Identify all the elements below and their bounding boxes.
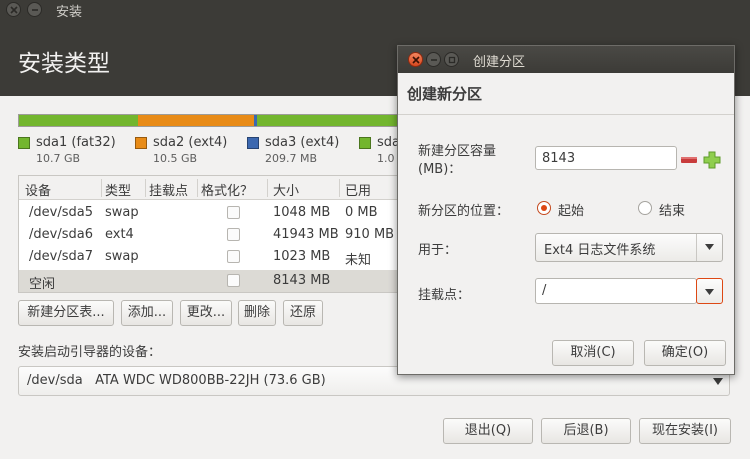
- page-title: 安装类型: [18, 51, 110, 77]
- table-row[interactable]: /dev/sda7 swap 1023 MB 未知: [19, 246, 397, 268]
- partition-segment: [257, 115, 397, 126]
- location-end-label[interactable]: 结束: [659, 200, 685, 219]
- dialog-separator: [398, 114, 734, 115]
- mount-point-input[interactable]: /: [535, 278, 697, 304]
- column-separator: [267, 179, 268, 197]
- add-partition-button[interactable]: 添加...: [121, 300, 173, 326]
- delete-partition-button[interactable]: 删除: [238, 300, 276, 326]
- cell-type: ext4: [105, 227, 134, 242]
- legend-label: sda2 (ext4): [153, 135, 228, 150]
- close-icon[interactable]: [6, 2, 21, 17]
- cell-type: swap: [105, 205, 139, 220]
- cancel-button[interactable]: 取消(C): [552, 340, 634, 366]
- column-header[interactable]: 设备: [25, 180, 51, 199]
- column-header[interactable]: 类型: [105, 180, 131, 199]
- column-header[interactable]: 挂载点: [149, 180, 188, 199]
- legend-size: 1.0: [377, 152, 395, 165]
- location-begin-radio[interactable]: [537, 201, 551, 215]
- dialog-title: 创建分区: [473, 55, 526, 70]
- legend-label: sda3 (ext4): [265, 135, 340, 150]
- cell-device: 空闲: [29, 277, 56, 292]
- column-header[interactable]: 大小: [273, 180, 299, 199]
- mount-point-value: /: [542, 283, 547, 298]
- use-as-value: Ext4 日志文件系统: [544, 243, 656, 258]
- column-separator: [339, 179, 340, 197]
- chevron-down-icon: [713, 378, 723, 385]
- table-row[interactable]: /dev/sda5 swap 1048 MB 0 MB: [19, 202, 397, 224]
- legend-swatch: [18, 137, 30, 149]
- use-as-select[interactable]: Ext4 日志文件系统: [535, 233, 723, 262]
- legend-size: 10.5 GB: [153, 152, 198, 165]
- legend-label: sda1 (fat32): [36, 135, 116, 150]
- partition-size-input[interactable]: 8143: [535, 146, 677, 170]
- partition-bar: [18, 114, 398, 127]
- partition-size-value: 8143: [542, 151, 576, 166]
- cell-size: 8143 MB: [273, 273, 331, 288]
- format-checkbox[interactable]: [227, 274, 240, 287]
- cell-device: /dev/sda7: [29, 249, 93, 264]
- window-titlebar: 安装: [0, 0, 750, 20]
- cell-type: swap: [105, 249, 139, 264]
- increment-icon[interactable]: [701, 149, 723, 171]
- cell-used: 910 MB: [345, 227, 395, 242]
- back-button[interactable]: 后退(B): [541, 418, 631, 444]
- chevron-down-icon[interactable]: [696, 234, 722, 261]
- column-separator: [145, 179, 146, 197]
- legend-size: 209.7 MB: [265, 152, 318, 165]
- use-as-label: 用于：: [418, 243, 458, 258]
- cell-used: 未知: [345, 253, 372, 268]
- mount-point-dropdown[interactable]: [696, 278, 723, 304]
- partition-location-label: 新分区的位置：: [418, 204, 510, 219]
- partition-table[interactable]: 设备 类型 挂载点 格式化？ 大小 已用 /dev/sda5 swap 1048…: [18, 175, 398, 293]
- legend-swatch: [135, 137, 147, 149]
- cell-size: 41943 MB: [273, 227, 339, 242]
- column-header[interactable]: 格式化？: [201, 180, 253, 199]
- partition-segment: [19, 115, 139, 126]
- install-now-button[interactable]: 现在安装(I): [639, 418, 731, 444]
- location-end-radio[interactable]: [638, 201, 652, 215]
- table-header: 设备 类型 挂载点 格式化？ 大小 已用: [19, 176, 397, 200]
- decrement-icon[interactable]: [678, 149, 700, 171]
- quit-button[interactable]: 退出(Q): [443, 418, 533, 444]
- revert-button[interactable]: 还原: [283, 300, 323, 326]
- close-icon[interactable]: [408, 52, 423, 67]
- table-row[interactable]: /dev/sda6 ext4 41943 MB 910 MB: [19, 224, 397, 246]
- legend-size: 10.7 GB: [36, 152, 81, 165]
- legend-swatch: [359, 137, 371, 149]
- column-separator: [101, 179, 102, 197]
- bootloader-label: 安装启动引导器的设备：: [18, 345, 162, 360]
- minimize-icon[interactable]: [27, 2, 42, 17]
- new-partition-table-button[interactable]: 新建分区表...: [18, 300, 114, 326]
- cell-size: 1023 MB: [273, 249, 331, 264]
- cell-used: 0 MB: [345, 205, 378, 220]
- maximize-icon[interactable]: [444, 52, 459, 67]
- dialog-heading: 创建新分区: [407, 85, 483, 103]
- format-checkbox[interactable]: [227, 250, 240, 263]
- minimize-icon[interactable]: [426, 52, 441, 67]
- location-begin-label[interactable]: 起始: [558, 200, 584, 219]
- format-checkbox[interactable]: [227, 228, 240, 241]
- table-row-selected[interactable]: 空闲 8143 MB: [19, 270, 397, 292]
- chevron-down-icon: [705, 289, 714, 295]
- change-partition-button[interactable]: 更改...: [180, 300, 232, 326]
- legend-swatch: [247, 137, 259, 149]
- format-checkbox[interactable]: [227, 206, 240, 219]
- cell-device: /dev/sda6: [29, 227, 93, 242]
- ok-button[interactable]: 确定(O): [644, 340, 726, 366]
- partition-segment: [138, 115, 255, 126]
- column-separator: [197, 179, 198, 197]
- create-partition-dialog: 创建分区 创建新分区 新建分区容量 (MB)： 8143 新分区的位置： 起始 …: [397, 45, 735, 375]
- partition-size-label: 新建分区容量: [418, 144, 497, 159]
- mount-point-label: 挂载点：: [418, 288, 471, 303]
- cell-device: /dev/sda5: [29, 205, 93, 220]
- cell-size: 1048 MB: [273, 205, 331, 220]
- window-title: 安装: [56, 5, 83, 20]
- bootloader-device-value: /dev/sda ATA WDC WD800BB-22JH (73.6 GB): [27, 373, 326, 388]
- partition-size-unit-label: (MB)：: [418, 162, 462, 177]
- column-header[interactable]: 已用: [345, 180, 371, 199]
- dialog-titlebar: 创建分区: [398, 46, 734, 73]
